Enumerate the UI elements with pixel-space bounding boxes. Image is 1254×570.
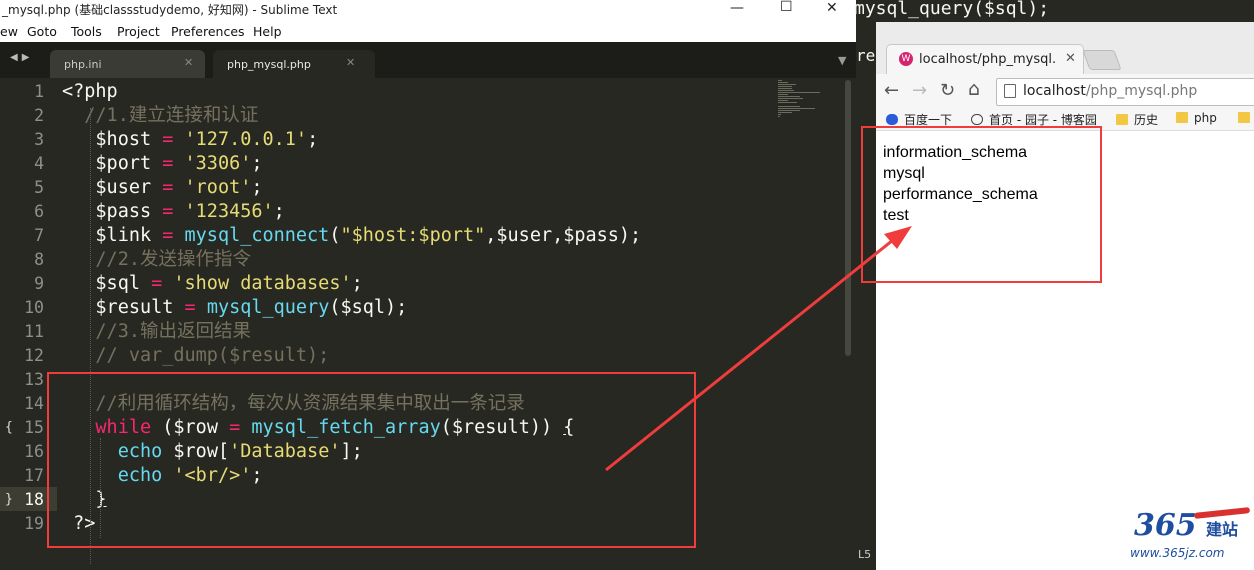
- annotation-arrow: [605, 226, 912, 472]
- logo-text: 建站: [1206, 520, 1239, 539]
- logo-number: 365: [1134, 508, 1197, 543]
- site-logo: 365 建站 www.365jz.com: [1128, 507, 1254, 568]
- arrow-shaft: [605, 234, 899, 472]
- logo-site: www.365jz.com: [1130, 546, 1225, 560]
